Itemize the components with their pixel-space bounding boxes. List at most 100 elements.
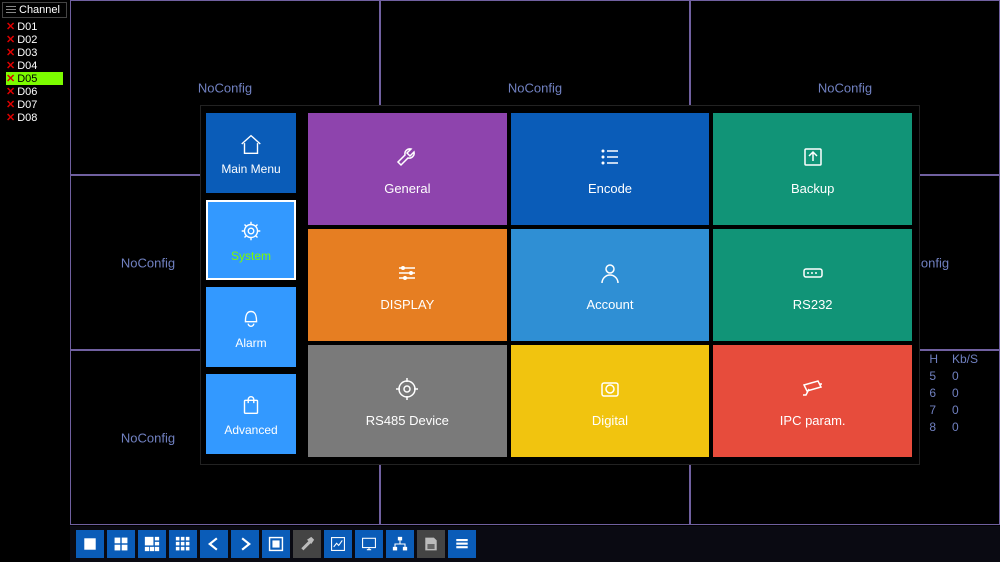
- channel-label: D06: [17, 86, 37, 98]
- channel-D06[interactable]: ✕D06: [6, 85, 63, 98]
- x-icon: ✕: [6, 72, 15, 85]
- arrow-right-icon: [235, 534, 255, 554]
- tile-rs485-device[interactable]: RS485 Device: [308, 345, 507, 457]
- channel-label: D04: [17, 60, 37, 72]
- list-icon: [596, 143, 624, 171]
- stats-kbs: 0: [952, 403, 990, 418]
- stats-kbs: 0: [952, 420, 990, 435]
- stats-header-kbs: Kb/S: [952, 352, 990, 367]
- system-menu: Main Menu System Alarm Advanced General Enco…: [200, 105, 920, 465]
- menu-side-advanced[interactable]: Advanced: [206, 374, 296, 454]
- menu-side-system[interactable]: System: [206, 200, 296, 280]
- camera-icon: [596, 375, 624, 403]
- stats-h: 5: [929, 369, 950, 384]
- toolbar-view4[interactable]: [107, 530, 135, 558]
- stats-kbs: 0: [952, 369, 990, 384]
- channel-D07[interactable]: ✕D07: [6, 98, 63, 111]
- tile-label: Backup: [791, 181, 834, 196]
- toolbar-hammer[interactable]: [293, 530, 321, 558]
- view8-icon: [142, 534, 162, 554]
- cell-label: NoConfig: [508, 80, 562, 95]
- home-icon: [238, 131, 264, 157]
- x-icon: ✕: [6, 85, 15, 98]
- channel-label: D07: [17, 99, 37, 111]
- toolbar-network[interactable]: [386, 530, 414, 558]
- tile-ipc-param-[interactable]: IPC param.: [713, 345, 912, 457]
- tile-label: RS485 Device: [366, 413, 449, 428]
- bag-icon: [238, 392, 264, 418]
- tile-digital[interactable]: Digital: [511, 345, 710, 457]
- toolbar-view1[interactable]: [76, 530, 104, 558]
- channel-D05[interactable]: ✕D05: [6, 72, 63, 85]
- tile-backup[interactable]: Backup: [713, 113, 912, 225]
- tile-encode[interactable]: Encode: [511, 113, 710, 225]
- toolbar-view8[interactable]: [138, 530, 166, 558]
- channel-label: D03: [17, 47, 37, 59]
- cell-label: NoConfig: [121, 430, 175, 445]
- x-icon: ✕: [6, 111, 15, 124]
- channel-D08[interactable]: ✕D08: [6, 111, 63, 124]
- port-icon: [799, 259, 827, 287]
- toolbar-menu[interactable]: [448, 530, 476, 558]
- menu-side-label: Alarm: [235, 336, 266, 350]
- bell-icon: [238, 305, 264, 331]
- upload-icon: [799, 143, 827, 171]
- disk-icon: [421, 534, 441, 554]
- sliders-icon: [393, 259, 421, 287]
- channel-label: D05: [17, 73, 37, 85]
- cell-label: NoConfig: [818, 80, 872, 95]
- fullscreen-icon: [266, 534, 286, 554]
- wrench-icon: [393, 143, 421, 171]
- bottom-toolbar: [70, 526, 1000, 562]
- channel-D03[interactable]: ✕D03: [6, 46, 63, 59]
- hammer-icon: [297, 534, 317, 554]
- stats-h: 6: [929, 386, 950, 401]
- channel-label: D08: [17, 112, 37, 124]
- tile-label: General: [384, 181, 430, 196]
- menu-side-label: Main Menu: [221, 162, 280, 176]
- toolbar-chart[interactable]: [324, 530, 352, 558]
- gear-icon: [238, 218, 264, 244]
- channel-label: D02: [17, 34, 37, 46]
- channel-D04[interactable]: ✕D04: [6, 59, 63, 72]
- x-icon: ✕: [6, 33, 15, 46]
- stats-header-h: H: [929, 352, 950, 367]
- view1-icon: [80, 534, 100, 554]
- monitor-icon: [359, 534, 379, 554]
- toolbar-arrow-right[interactable]: [231, 530, 259, 558]
- x-icon: ✕: [6, 59, 15, 72]
- tile-label: IPC param.: [780, 413, 846, 428]
- tile-display[interactable]: DISPLAY: [308, 229, 507, 341]
- x-icon: ✕: [6, 98, 15, 111]
- menu-side: Main Menu System Alarm Advanced: [201, 106, 301, 464]
- network-icon: [390, 534, 410, 554]
- menu-side-main-menu[interactable]: Main Menu: [206, 113, 296, 193]
- channel-label: D01: [17, 21, 37, 33]
- tile-rs232[interactable]: RS232: [713, 229, 912, 341]
- stats-kbs: 0: [952, 386, 990, 401]
- tile-account[interactable]: Account: [511, 229, 710, 341]
- menu-side-alarm[interactable]: Alarm: [206, 287, 296, 367]
- tile-label: DISPLAY: [380, 297, 434, 312]
- tile-label: RS232: [793, 297, 833, 312]
- arrow-left-icon: [204, 534, 224, 554]
- channel-D01[interactable]: ✕D01: [6, 20, 63, 33]
- x-icon: ✕: [6, 20, 15, 33]
- toolbar-view9[interactable]: [169, 530, 197, 558]
- tile-label: Encode: [588, 181, 632, 196]
- toolbar-arrow-left[interactable]: [200, 530, 228, 558]
- channel-sidebar: Channel ✕D01✕D02✕D03✕D04✕D05✕D06✕D07✕D08: [2, 2, 67, 126]
- toolbar-monitor[interactable]: [355, 530, 383, 558]
- tile-general[interactable]: General: [308, 113, 507, 225]
- cell-label: NoConfig: [121, 255, 175, 270]
- toolbar-disk[interactable]: [417, 530, 445, 558]
- tile-label: Digital: [592, 413, 628, 428]
- channel-D02[interactable]: ✕D02: [6, 33, 63, 46]
- view9-icon: [173, 534, 193, 554]
- list-icon: [6, 5, 16, 15]
- channel-title: Channel: [2, 2, 67, 18]
- chart-icon: [328, 534, 348, 554]
- cctv-icon: [799, 375, 827, 403]
- stats-h: 8: [929, 420, 950, 435]
- toolbar-fullscreen[interactable]: [262, 530, 290, 558]
